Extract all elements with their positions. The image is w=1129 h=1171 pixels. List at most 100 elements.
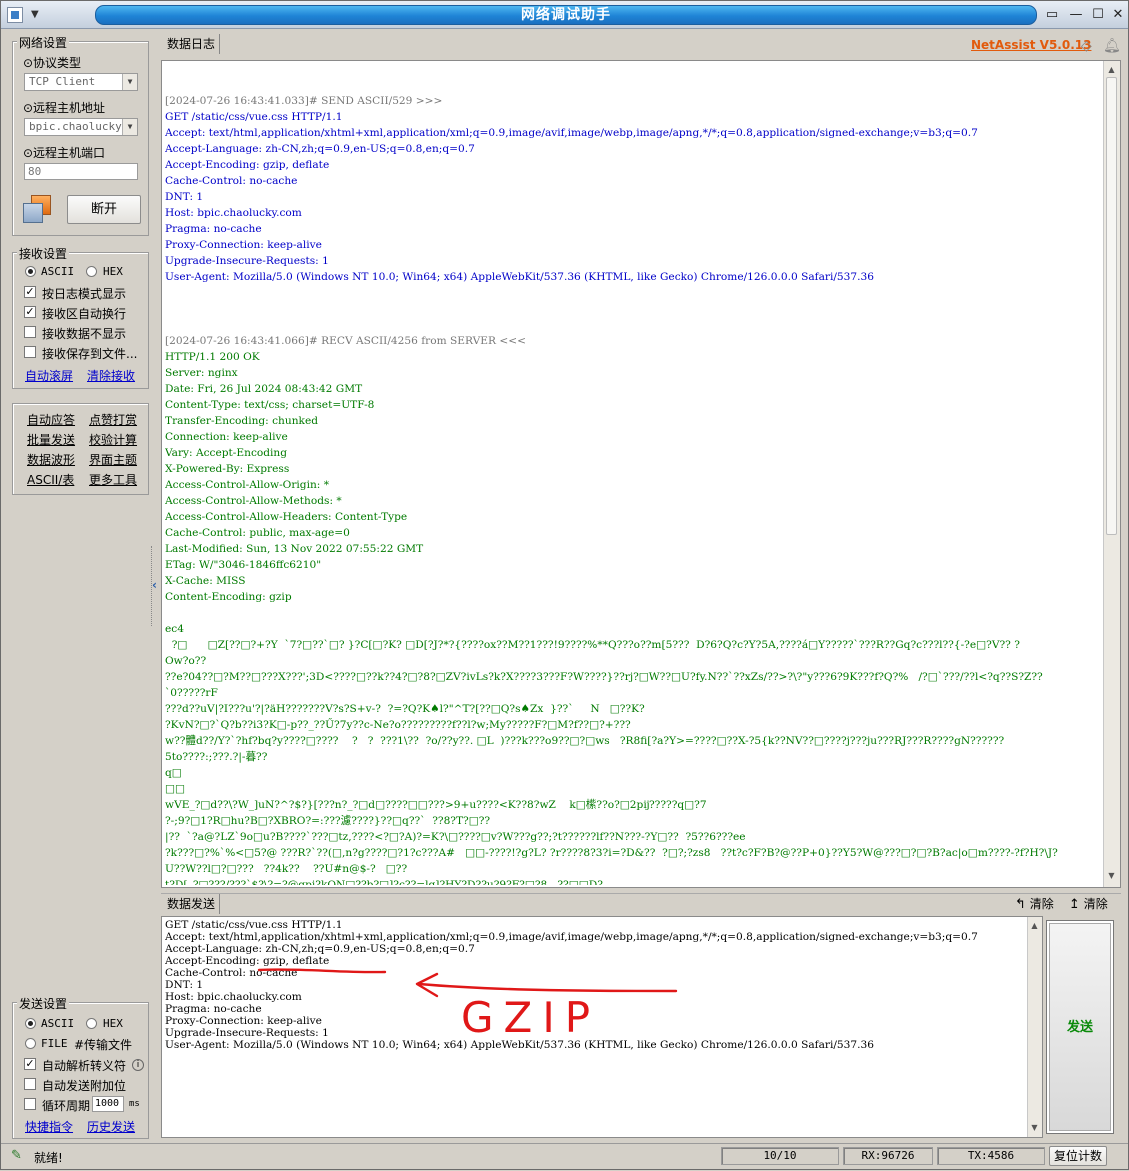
clear-receive-link[interactable]: 清除接收: [87, 367, 135, 384]
tool-auto-reply[interactable]: 自动应答: [27, 411, 75, 428]
log-line: Server: nginx: [165, 367, 238, 379]
send-line: GET /static/css/vue.css HTTP/1.1: [165, 919, 343, 931]
receive-hex-radio[interactable]: [86, 266, 97, 277]
send-tab-bar: [161, 893, 1121, 915]
tab-data-log[interactable]: 数据日志: [163, 34, 221, 54]
diamond-icon[interactable]: ◇: [1081, 38, 1092, 54]
log-line: DNT: 1: [165, 191, 204, 203]
scroll-up-icon[interactable]: ▲: [1028, 919, 1041, 932]
loop-label: 循环周期: [42, 1099, 91, 1113]
auto-wrap-label: 接收区自动换行: [42, 307, 127, 321]
brand-link[interactable]: NetAssist V5.0.13: [971, 38, 1091, 52]
log-line: ec4: [165, 623, 184, 635]
log-line: □□: [165, 783, 186, 795]
shortcut-link[interactable]: 快捷指令: [25, 1118, 73, 1135]
log-line: Accept-Encoding: gzip, deflate: [165, 159, 330, 171]
port-label: ⊙远程主机端口: [23, 146, 106, 160]
send-textarea[interactable]: GET /static/css/vue.css HTTP/1.1 Accept: …: [165, 919, 1027, 1135]
send-button[interactable]: 发送: [1046, 920, 1114, 1134]
send-line: Cache-Control: no-cache: [165, 967, 298, 979]
transfer-file-link[interactable]: #传输文件: [74, 1036, 132, 1053]
log-line: ?□ □Z[??□?+?Y `7?□??`□? }?C[□?K? □D[?J?*…: [165, 639, 1020, 651]
clear-send-button[interactable]: ↰ 清除: [1015, 895, 1054, 912]
maximize-button[interactable]: ☐: [1089, 7, 1107, 23]
tool-donate[interactable]: 点赞打赏: [89, 411, 137, 428]
receive-hex-label: HEX: [103, 265, 123, 278]
log-line: Cache-Control: no-cache: [165, 175, 298, 187]
log-line: Content-Type: text/css; charset=UTF-8: [165, 399, 375, 411]
log-line: Pragma: no-cache: [165, 223, 262, 235]
collapse-icon[interactable]: ‹: [152, 578, 157, 592]
tab-data-send[interactable]: 数据发送: [163, 894, 221, 914]
send-line: Accept: text/html,application/xhtml+xml,…: [165, 931, 978, 943]
scroll-down-icon[interactable]: ▼: [1028, 1121, 1041, 1134]
clear-history-button[interactable]: ↥ 清除: [1069, 895, 1108, 912]
log-scrollbar[interactable]: ▲ ▼: [1103, 61, 1120, 887]
send-scrollbar[interactable]: ▲ ▼: [1027, 917, 1042, 1137]
chevron-down-icon: ▼: [122, 119, 137, 135]
log-line: Host: bpic.chaolucky.com: [165, 207, 302, 219]
tool-waveform[interactable]: 数据波形: [27, 451, 75, 468]
save-to-file-checkbox[interactable]: [24, 346, 36, 358]
loop-period-input[interactable]: 1000: [92, 1096, 124, 1112]
system-menu[interactable]: ▼: [7, 6, 47, 24]
scroll-up-icon[interactable]: ▲: [1105, 63, 1118, 76]
menu-arrow-icon: ▼: [31, 9, 39, 20]
tool-batch-send[interactable]: 批量发送: [27, 431, 75, 448]
scroll-down-icon[interactable]: ▼: [1105, 869, 1118, 882]
port-input[interactable]: 80: [24, 163, 138, 180]
auto-wrap-checkbox[interactable]: ✓: [24, 306, 36, 318]
network-settings-legend: 网络设置: [17, 34, 70, 51]
status-bar: ✎ 就绪! 10/10 RX:96726 TX:4586 复位计数: [1, 1143, 1128, 1169]
tool-theme[interactable]: 界面主题: [89, 451, 137, 468]
send-line: User-Agent: Mozilla/5.0 (Windows NT 10.0…: [165, 1039, 874, 1051]
minimize-icon[interactable]: ▭: [1043, 7, 1061, 23]
hide-data-checkbox[interactable]: [24, 326, 36, 338]
title-bar: ▼ 网络调试助手 ▭ — ☐ ✕: [1, 1, 1128, 29]
log-line: X-Powered-By: Express: [165, 463, 290, 475]
log-line: Content-Encoding: gzip: [165, 591, 292, 603]
escape-label: 自动解析转义符: [42, 1059, 127, 1073]
append-checkbox[interactable]: [24, 1078, 36, 1090]
send-ascii-radio[interactable]: [25, 1018, 36, 1029]
escape-checkbox[interactable]: ✓: [24, 1058, 36, 1070]
close-button[interactable]: ✕: [1109, 7, 1127, 23]
log-content[interactable]: [2024-07-26 16:43:41.033]# SEND ASCII/52…: [165, 77, 1105, 885]
tool-more[interactable]: 更多工具: [89, 471, 137, 488]
protocol-select[interactable]: TCP Client ▼: [24, 73, 138, 91]
receive-settings-legend: 接收设置: [17, 245, 70, 262]
loop-checkbox[interactable]: [24, 1098, 36, 1110]
status-tx: TX:4586: [937, 1147, 1045, 1165]
log-line: Ow?o??: [165, 655, 207, 667]
receive-ascii-radio[interactable]: [25, 266, 36, 277]
reset-count-button[interactable]: 复位计数: [1049, 1146, 1107, 1166]
send-file-radio[interactable]: [25, 1038, 36, 1049]
log-mode-label: 按日志模式显示: [42, 287, 127, 301]
send-line: DNT: 1: [165, 979, 204, 991]
host-select[interactable]: bpic.chaolucky.c ▼: [24, 118, 138, 136]
status-rx: RX:96726: [843, 1147, 933, 1165]
send-hex-radio[interactable]: [86, 1018, 97, 1029]
history-link[interactable]: 历史发送: [87, 1118, 135, 1135]
log-scroll-thumb[interactable]: [1106, 77, 1117, 535]
minimize-button[interactable]: —: [1067, 7, 1085, 23]
tool-ascii-table[interactable]: ASCII/表: [27, 471, 74, 488]
disconnect-button[interactable]: 断开: [67, 195, 141, 224]
log-line: 5to????:;???.?|-暮??: [165, 751, 268, 763]
hide-data-label: 接收数据不显示: [42, 327, 127, 341]
send-line: Upgrade-Insecure-Requests: 1: [165, 1027, 329, 1039]
auto-scroll-link[interactable]: 自动滚屏: [25, 367, 73, 384]
log-line: w??體d??/Y?`?hf?bq?y????□???? ? ? ???1\??…: [165, 735, 1005, 747]
clear-send-label: 清除: [1029, 897, 1054, 911]
log-line: |?? `?a@?LZ`9o□u?B????`???□tz,????<?□?A)…: [165, 831, 746, 843]
log-mode-checkbox[interactable]: ✓: [24, 286, 36, 298]
status-count: 10/10: [721, 1147, 839, 1165]
tool-checksum[interactable]: 校验计算: [89, 431, 137, 448]
bell-icon[interactable]: 🔔︎: [1103, 38, 1121, 54]
info-icon[interactable]: i: [132, 1059, 144, 1071]
log-line: ?k???□?%`%<□5?@ ???R?`??(□,n?g????□?1?c?…: [165, 847, 1058, 859]
